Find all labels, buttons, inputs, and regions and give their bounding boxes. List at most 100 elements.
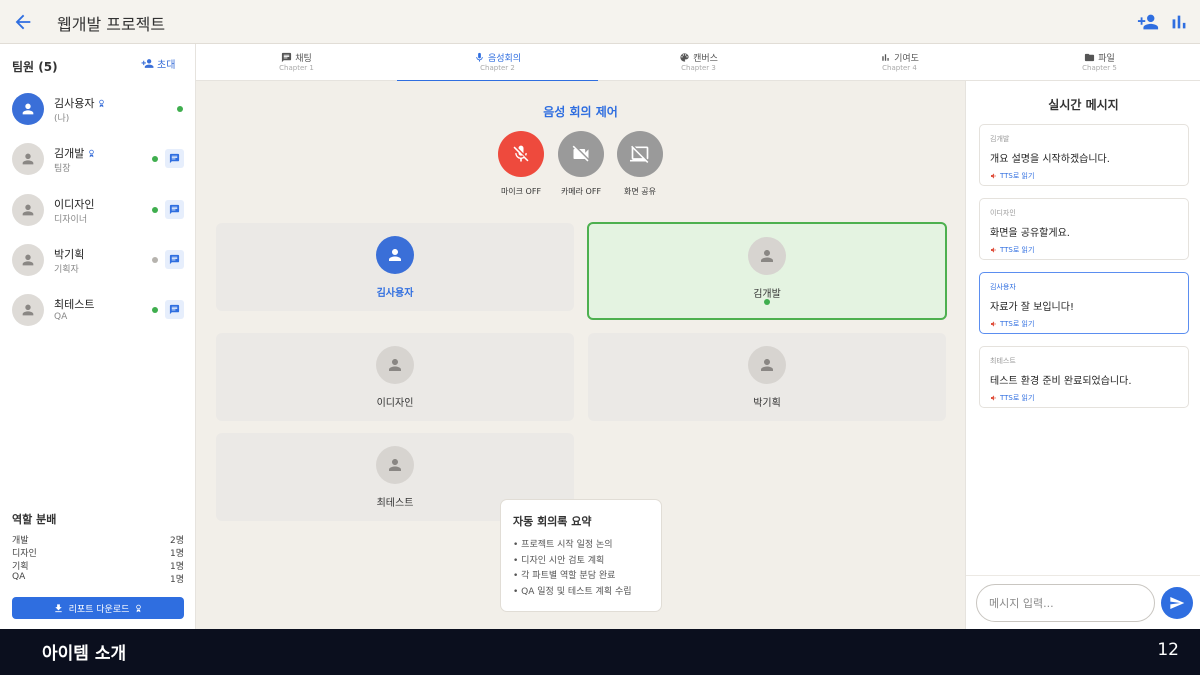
tab-chapter: Chapter 5 [1082, 64, 1117, 72]
tab-chapter: Chapter 4 [882, 64, 917, 72]
member-item[interactable]: 최테스트 QA [0, 286, 196, 334]
tab-chapter: Chapter 1 [279, 64, 314, 72]
person-add-icon [141, 59, 154, 68]
online-status-dot [177, 106, 183, 112]
tts-read-button[interactable]: TTS로 읽기 [990, 319, 1178, 329]
voice-control-title: 음성 회의 제어 [543, 105, 618, 119]
message-sender: 최테스트 [990, 357, 1016, 365]
member-item[interactable]: 박기획 기획자 [0, 236, 196, 284]
tts-read-button[interactable]: TTS로 읽기 [990, 245, 1178, 255]
person-icon [22, 254, 34, 266]
footer-title: 아이템 소개 [42, 644, 127, 664]
online-status-dot [152, 156, 158, 162]
member-name-text: 김사용자 [54, 97, 95, 110]
megaphone-icon [991, 395, 996, 401]
report-download-button[interactable]: 리포트 다운로드 [12, 597, 184, 619]
online-status-dot [152, 307, 158, 313]
participant-tile[interactable]: 박기획 [588, 333, 946, 421]
members-panel: 팀원 (5) 초대 김사용자 (나) 김개발 팀장 이디자인 디자이너 박기획 … [0, 44, 196, 629]
person-icon [389, 249, 401, 261]
direct-message-button[interactable] [165, 300, 184, 319]
tab-label: 파일 [1098, 53, 1115, 64]
member-item[interactable]: 김사용자 (나) [0, 85, 196, 133]
member-name: 최테스트 [54, 296, 94, 312]
direct-message-button[interactable] [165, 250, 184, 269]
direct-message-button[interactable] [165, 200, 184, 219]
member-role: QA [54, 312, 68, 322]
tab-files[interactable]: 파일 Chapter 5 [999, 44, 1200, 81]
speaking-indicator [764, 299, 770, 305]
person-icon [761, 359, 773, 371]
member-item[interactable]: 이디자인 디자이너 [0, 186, 196, 234]
bar-chart-icon [882, 53, 889, 61]
send-button[interactable] [1161, 587, 1193, 619]
avatar [12, 93, 44, 125]
message-text: 자료가 잘 보입니다! [990, 302, 1074, 313]
message-text: 테스트 환경 준비 완료되었습니다. [990, 376, 1132, 387]
role-count: 1명 [169, 562, 184, 572]
participant-tile[interactable]: 이디자인 [216, 333, 574, 421]
role-count: 1명 [169, 575, 184, 585]
tts-read-button[interactable]: TTS로 읽기 [990, 171, 1178, 181]
screen-share-off-icon [630, 145, 649, 163]
page-number: 12 [1157, 640, 1179, 660]
participant-name: 이디자인 [376, 398, 414, 409]
palette-icon [680, 52, 689, 62]
tab-chat[interactable]: 채팅 Chapter 1 [196, 44, 397, 81]
tts-read-button[interactable]: TTS로 읽기 [990, 393, 1178, 403]
mic-toggle-button[interactable]: 마이크 OFF [497, 131, 545, 196]
member-item[interactable]: 김개발 팀장 [0, 135, 196, 183]
avatar [12, 244, 44, 276]
direct-message-button[interactable] [165, 149, 184, 168]
tts-label: TTS로 읽기 [1000, 394, 1035, 402]
chat-icon [169, 153, 180, 164]
camera-toggle-label: 카메라 OFF [560, 187, 602, 196]
person-icon [22, 103, 34, 115]
tab-canvas[interactable]: 캔버스 Chapter 3 [598, 44, 799, 81]
role-name: 개발 [12, 536, 29, 546]
tab-contribution[interactable]: 기여도 Chapter 4 [799, 44, 1000, 81]
role-count: 2명 [169, 536, 184, 546]
message-input[interactable] [976, 584, 1155, 622]
member-role: 기획자 [54, 265, 79, 275]
avatar [376, 236, 414, 274]
send-icon [1170, 597, 1185, 609]
voice-meeting-area: 음성 회의 제어 마이크 OFF 카메라 OFF 화면 공유 김사용자 김개발 … [196, 81, 965, 629]
invite-button[interactable]: 초대 [141, 56, 175, 71]
avatar [748, 237, 786, 275]
bar-chart-icon [1172, 15, 1186, 29]
download-icon [54, 603, 62, 612]
summary-item: • 프로젝트 시작 일정 논의 [513, 540, 613, 550]
mic-toggle-label: 마이크 OFF [500, 187, 542, 196]
role-name: 기획 [12, 562, 29, 572]
participant-tile-speaking[interactable]: 김개발 [587, 222, 947, 320]
app-header: 웹개발 프로젝트 [0, 0, 1200, 44]
avatar [12, 143, 44, 175]
person-icon [761, 250, 773, 262]
camera-toggle-button[interactable]: 카메라 OFF [557, 131, 605, 196]
role-name: QA [12, 572, 26, 582]
stats-button[interactable] [1168, 11, 1190, 33]
chat-icon [282, 52, 292, 62]
message-card: 최테스트 테스트 환경 준비 완료되었습니다. TTS로 읽기 [979, 346, 1189, 408]
avatar [748, 346, 786, 384]
screen-share-button[interactable]: 화면 공유 [616, 131, 664, 196]
person-icon [389, 359, 401, 371]
role-count: 1명 [169, 549, 184, 559]
tab-label: 캔버스 [693, 53, 718, 64]
message-card: 이디자인 화면을 공유할게요. TTS로 읽기 [979, 198, 1189, 260]
summary-item: • 각 파트별 역할 분담 완료 [513, 571, 616, 581]
message-text: 개요 설명을 시작하겠습니다. [990, 154, 1110, 165]
tts-label: TTS로 읽기 [1000, 246, 1035, 254]
avatar [12, 194, 44, 226]
add-member-button[interactable] [1137, 11, 1159, 33]
tab-voice-meeting[interactable]: 음성회의 Chapter 2 [397, 44, 598, 82]
participant-name: 김개발 [753, 289, 781, 300]
member-role: 팀장 [54, 164, 71, 174]
back-button[interactable] [12, 11, 34, 33]
participant-tile[interactable]: 김사용자 [216, 223, 574, 311]
realtime-messages-panel: 실시간 메시지 김개발 개요 설명을 시작하겠습니다. TTS로 읽기 이디자인… [965, 81, 1200, 629]
member-role: 디자이너 [54, 215, 88, 225]
member-name: 김개발 [54, 145, 96, 161]
member-name-text: 최테스트 [54, 298, 95, 311]
